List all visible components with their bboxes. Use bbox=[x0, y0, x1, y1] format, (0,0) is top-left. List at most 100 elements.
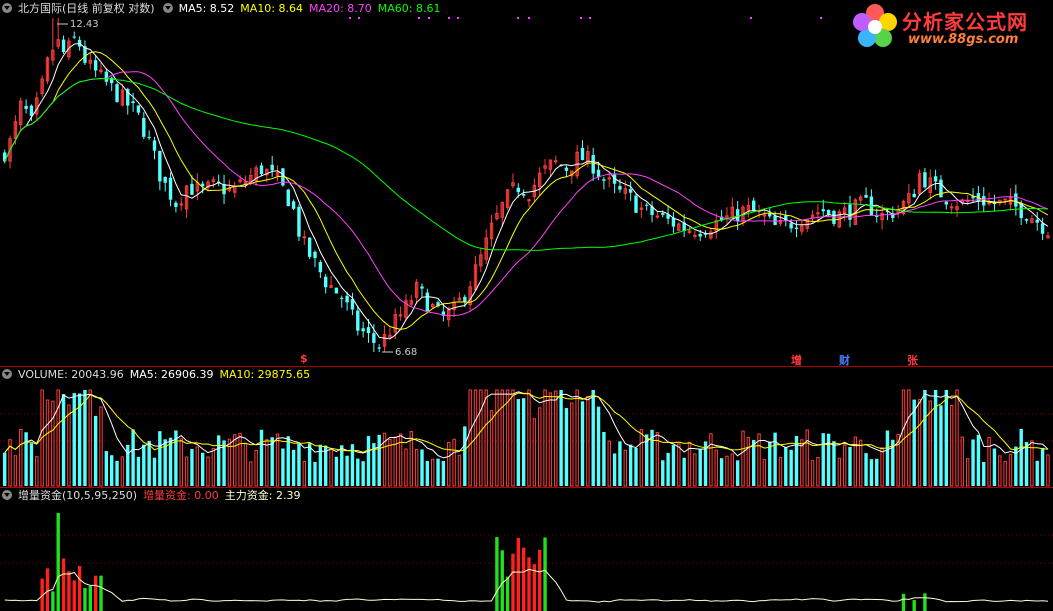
volume-bar-152 bbox=[816, 457, 820, 487]
volume-bar-130 bbox=[698, 448, 702, 486]
candle-body-13 bbox=[72, 36, 76, 38]
candle-body-17 bbox=[93, 60, 98, 71]
fund-bar-96 bbox=[516, 537, 520, 611]
fund-menu-icon[interactable] bbox=[2, 490, 12, 500]
main-panel-header: 北方国际(日线 前复权 对数) MA5: 8.52 MA10: 8.64 MA20: … bbox=[2, 2, 446, 16]
fund-bar-17 bbox=[93, 575, 98, 611]
volume-bar-63 bbox=[340, 445, 344, 486]
candle-body-189 bbox=[1014, 193, 1018, 207]
candle-body-33 bbox=[179, 203, 183, 206]
candle-body-175 bbox=[939, 179, 943, 198]
volume-bar-90 bbox=[484, 389, 488, 487]
volume-bar-96 bbox=[516, 399, 520, 486]
indicator-menu-icon[interactable] bbox=[162, 3, 173, 13]
candle-body-193 bbox=[1035, 219, 1039, 223]
volume-bar-156 bbox=[837, 457, 841, 487]
volume-bar-125 bbox=[671, 445, 676, 486]
fund-bar-8 bbox=[45, 568, 50, 611]
volume-bar-84 bbox=[452, 438, 456, 487]
volume-bar-150 bbox=[805, 429, 809, 487]
volume-bar-174 bbox=[933, 390, 938, 486]
candle-body-58 bbox=[313, 251, 317, 259]
event-marker-zeng[interactable]: 增 bbox=[791, 352, 802, 368]
volume-bar-4 bbox=[24, 432, 28, 486]
candle-body-27 bbox=[147, 136, 151, 138]
event-marker-dollar[interactable]: $ bbox=[300, 352, 308, 365]
volume-bar-2 bbox=[13, 455, 18, 487]
panel-menu-icon[interactable] bbox=[2, 3, 12, 13]
candle-body-57 bbox=[307, 237, 312, 257]
zlzj-value: 增量资金: 0.00 bbox=[143, 489, 219, 502]
volume-bar-124 bbox=[666, 452, 670, 486]
volume-menu-icon[interactable] bbox=[2, 369, 12, 379]
volume-bar-24 bbox=[131, 429, 135, 486]
fund-panel-header: 增量资金(10,5,95,250) 增量资金: 0.00 主力资金: 2.39 bbox=[2, 489, 306, 503]
volume-bar-149 bbox=[800, 439, 804, 487]
volume-bar-102 bbox=[548, 392, 553, 487]
volume-bar-94 bbox=[505, 389, 510, 487]
candle-body-170 bbox=[912, 193, 916, 198]
volume-bar-86 bbox=[463, 426, 467, 486]
candle-body-154 bbox=[826, 209, 831, 215]
main-fund-line bbox=[4, 568, 1049, 603]
volume-bar-193 bbox=[1035, 460, 1039, 486]
candle-body-35 bbox=[190, 183, 194, 195]
volume-bar-54 bbox=[291, 449, 296, 486]
volume-bar-100 bbox=[538, 407, 542, 487]
candle-body-60 bbox=[324, 276, 328, 288]
price-candles bbox=[3, 18, 1050, 352]
volume-bar-95 bbox=[511, 389, 515, 487]
volume-bar-151 bbox=[810, 460, 815, 487]
volume-bar-35 bbox=[190, 449, 194, 486]
candle-body-177 bbox=[949, 206, 954, 209]
site-logo[interactable]: 分析家公式网 www.88gs.com bbox=[850, 2, 1050, 52]
low-price-label: 6.68 bbox=[395, 347, 418, 358]
volume-bar-144 bbox=[773, 432, 777, 486]
volume-bar-172 bbox=[923, 390, 927, 486]
candle-body-98 bbox=[527, 199, 531, 202]
candle-body-144 bbox=[773, 215, 777, 225]
candle-body-28 bbox=[152, 140, 157, 151]
fund-bar-101 bbox=[543, 537, 547, 611]
event-marker-cai[interactable]: 财 bbox=[839, 352, 850, 368]
volume-bar-70 bbox=[377, 434, 381, 486]
volume-ma10: MA10: 29875.65 bbox=[219, 368, 311, 381]
volume-bar-17 bbox=[93, 415, 98, 486]
volume-bar-52 bbox=[281, 448, 285, 486]
ma60-value: MA60: 8.61 bbox=[377, 2, 441, 15]
candle-body-31 bbox=[168, 177, 173, 200]
candle-body-174 bbox=[933, 176, 938, 182]
volume-bar-154 bbox=[826, 433, 831, 486]
candle-body-117 bbox=[628, 189, 633, 193]
volume-bar-21 bbox=[115, 460, 119, 486]
fund-bar-172 bbox=[923, 593, 927, 611]
volume-bar-129 bbox=[693, 453, 697, 487]
event-marker-zhang[interactable]: 张 bbox=[907, 352, 918, 368]
candle-body-176 bbox=[944, 201, 948, 205]
volume-bar-101 bbox=[543, 389, 547, 487]
ma10-line bbox=[4, 51, 1049, 330]
volume-bar-56 bbox=[302, 461, 307, 487]
volume-bar-187 bbox=[1003, 460, 1007, 487]
candle-body-67 bbox=[361, 328, 365, 332]
volume-bar-48 bbox=[259, 429, 264, 486]
candle-body-69 bbox=[372, 333, 376, 343]
volume-bar-75 bbox=[404, 448, 408, 487]
volume-bar-20 bbox=[110, 455, 114, 486]
volume-bar-191 bbox=[1024, 441, 1029, 486]
volume-bar-104 bbox=[559, 390, 563, 486]
ma20-value: MA20: 8.70 bbox=[309, 2, 372, 15]
fund-bar-12 bbox=[67, 571, 71, 611]
volume-bar-62 bbox=[334, 456, 339, 486]
candle-body-187 bbox=[1003, 198, 1007, 201]
candle-body-78 bbox=[420, 286, 424, 289]
candle-body-113 bbox=[607, 177, 611, 180]
candle-body-103 bbox=[554, 160, 558, 163]
candle-body-19 bbox=[104, 71, 109, 82]
volume-bar-103 bbox=[554, 390, 558, 487]
volume-bar-110 bbox=[591, 390, 595, 486]
volume-bar-26 bbox=[142, 444, 146, 486]
candle-body-26 bbox=[142, 118, 146, 137]
fund-bar-9 bbox=[51, 591, 55, 611]
volume-bar-12 bbox=[67, 404, 71, 487]
